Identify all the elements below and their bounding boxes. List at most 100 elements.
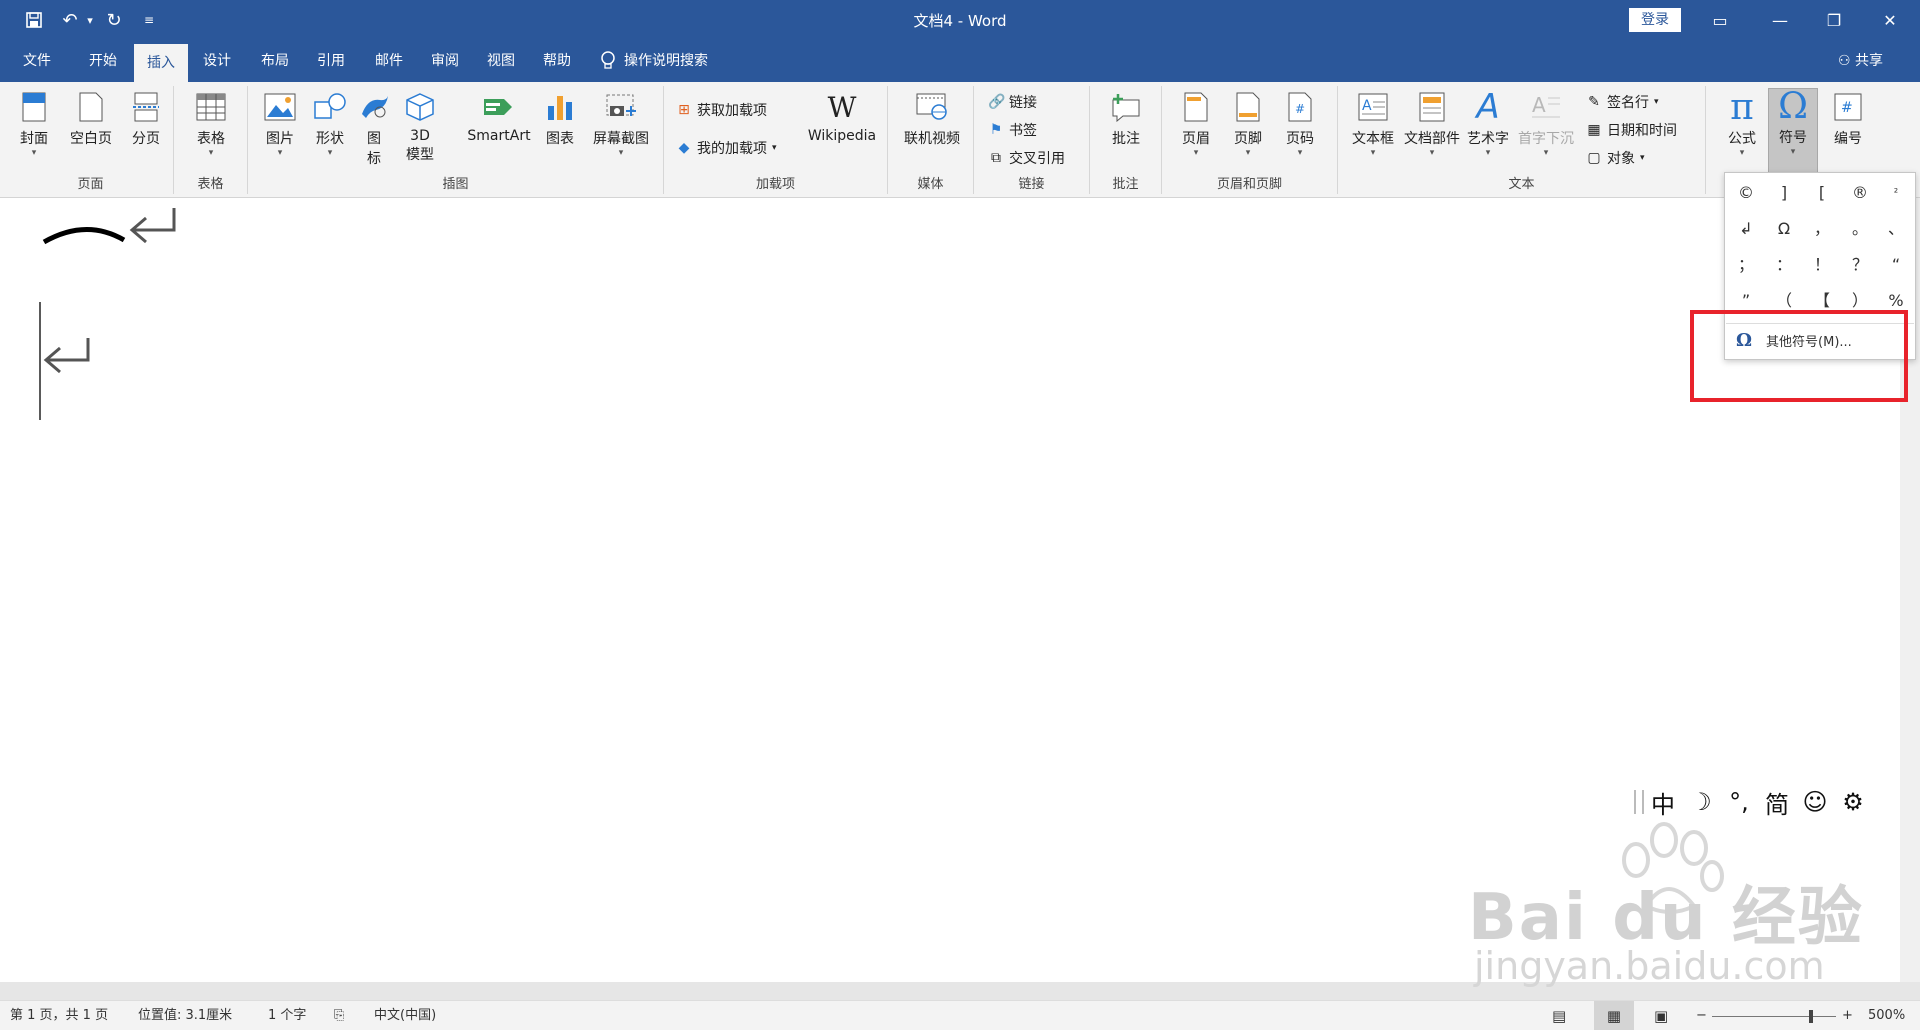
symbol-cell[interactable]: © — [1727, 175, 1765, 211]
symbol-cell[interactable]: ， — [1803, 211, 1841, 247]
symbol-cell[interactable]: 。 — [1841, 211, 1879, 247]
shapes-button[interactable]: 形状 ▾ — [310, 90, 350, 158]
symbol-cell[interactable]: ↲ — [1727, 211, 1765, 247]
symbol-cell[interactable]: ： — [1765, 247, 1803, 283]
table-button[interactable]: 表格 ▾ — [188, 90, 234, 158]
cover-page-button[interactable]: 封面 ▾ — [14, 90, 54, 158]
word-count[interactable]: 1 个字 — [268, 1001, 306, 1030]
close-icon[interactable]: ✕ — [1862, 0, 1918, 40]
zoom-slider-thumb[interactable] — [1809, 1010, 1813, 1023]
ime-chinese-mode-icon[interactable]: 中 — [1644, 785, 1682, 820]
screenshot-button[interactable]: 屏幕截图 ▾ — [586, 90, 656, 158]
date-time-button[interactable]: ▦ 日期和时间 — [1586, 120, 1677, 140]
blank-page-button[interactable]: 空白页 — [64, 90, 118, 148]
ime-punctuation-icon[interactable]: °, — [1720, 788, 1758, 816]
tab-help[interactable]: 帮助 — [532, 40, 582, 82]
ime-halfwidth-icon[interactable]: ☽ — [1682, 788, 1720, 816]
ribbon: 封面 ▾ 空白页 分页 页面 表格 ▾ 表格 图片 ▾ 形状 ▾ 图 标 3D … — [0, 82, 1920, 198]
zoom-level[interactable]: 500% — [1868, 1001, 1905, 1030]
bookmark-label: 书签 — [1009, 123, 1037, 139]
chevron-down-icon: ▾ — [208, 148, 214, 158]
group-links: 🔗 链接 ⚑ 书签 ⧉ 交叉引用 链接 — [974, 86, 1090, 194]
equation-button[interactable]: π 公式 ▾ — [1722, 86, 1762, 159]
group-text-label: 文本 — [1508, 177, 1535, 192]
tell-me-search[interactable]: 操作说明搜索 — [600, 40, 708, 82]
wordart-button[interactable]: A 艺术字 ▾ — [1462, 87, 1514, 158]
zoom-out-button[interactable]: − — [1696, 1001, 1707, 1030]
tab-file[interactable]: 文件 — [12, 40, 62, 82]
page-break-button[interactable]: 分页 — [124, 90, 168, 148]
share-button[interactable]: ⚇ 共享 — [1838, 40, 1883, 82]
signature-line-button[interactable]: ✎ 签名行 ▾ — [1586, 92, 1658, 112]
flag-icon: ⚑ — [989, 122, 1003, 138]
document-content — [39, 208, 176, 420]
header-icon — [1179, 90, 1213, 124]
ime-drag-handle[interactable] — [1634, 790, 1644, 814]
tab-mailings[interactable]: 邮件 — [364, 40, 414, 82]
page-number-button[interactable]: # 页码 ▾ — [1278, 90, 1322, 158]
symbol-cell[interactable]: 、 — [1877, 211, 1915, 247]
language[interactable]: 中文(中国) — [374, 1001, 436, 1030]
my-addins-label: 我的加载项 — [697, 141, 767, 157]
symbol-cell[interactable]: ？ — [1841, 247, 1879, 283]
paragraph-mark-icon — [43, 338, 90, 374]
my-addins-button[interactable]: ◆ 我的加载项 ▾ — [676, 138, 777, 158]
tab-design[interactable]: 设计 — [192, 40, 242, 82]
pictures-button[interactable]: 图片 ▾ — [260, 90, 300, 158]
chevron-down-icon: ▾ — [1245, 148, 1251, 158]
ime-emoji-icon[interactable]: ☺ — [1796, 788, 1834, 816]
icons-button[interactable]: 图 标 — [356, 90, 392, 168]
tab-insert[interactable]: 插入 — [134, 44, 188, 82]
symbol-cell[interactable]: ] — [1765, 175, 1803, 211]
symbol-cell[interactable]: ² — [1877, 175, 1915, 211]
ime-settings-icon[interactable]: ⚙ — [1834, 788, 1872, 816]
wikipedia-button[interactable]: W Wikipedia — [802, 90, 882, 145]
object-button[interactable]: ▢ 对象 ▾ — [1586, 148, 1644, 168]
symbol-cell[interactable]: ； — [1727, 247, 1765, 283]
print-layout-icon[interactable]: ▦ — [1594, 1001, 1634, 1030]
tab-layout[interactable]: 布局 — [250, 40, 300, 82]
number-button[interactable]: # 编号 — [1826, 90, 1870, 148]
cross-reference-button[interactable]: ⧉ 交叉引用 — [988, 148, 1065, 168]
smartart-icon — [482, 90, 516, 124]
3d-models-button[interactable]: 3D 模型 — [400, 90, 440, 164]
minimize-icon[interactable]: — — [1752, 0, 1808, 40]
proofing-icon[interactable]: ⎘ — [334, 1001, 344, 1030]
smartart-button[interactable]: SmartArt — [464, 90, 534, 144]
zoom-slider[interactable] — [1712, 1001, 1836, 1030]
symbol-cell[interactable]: “ — [1877, 247, 1915, 283]
vertical-position[interactable]: 位置值: 3.1厘米 — [138, 1001, 232, 1030]
pi-icon: π — [1730, 86, 1754, 128]
bookmark-button[interactable]: ⚑ 书签 — [988, 120, 1037, 140]
ribbon-display-icon[interactable]: ▭ — [1692, 0, 1748, 40]
header-button[interactable]: 页眉 ▾ — [1174, 90, 1218, 158]
tab-review[interactable]: 审阅 — [420, 40, 470, 82]
online-video-button[interactable]: 联机视频 — [896, 90, 968, 148]
restore-icon[interactable]: ❐ — [1806, 0, 1862, 40]
symbol-cell[interactable]: Ω — [1765, 211, 1803, 247]
symbol-cell[interactable]: [ — [1803, 175, 1841, 211]
page-count[interactable]: 第 1 页，共 1 页 — [10, 1001, 108, 1030]
symbol-cell[interactable]: ！ — [1803, 247, 1841, 283]
symbol-cell[interactable]: ® — [1841, 175, 1879, 211]
drop-cap-button[interactable]: A 首字下沉 ▾ — [1518, 90, 1574, 158]
chevron-down-icon: ▾ — [1543, 148, 1549, 158]
chart-button[interactable]: 图表 — [540, 90, 580, 148]
web-layout-icon[interactable]: ▣ — [1654, 1001, 1668, 1030]
group-header-footer-label: 页眉和页脚 — [1216, 177, 1282, 192]
new-comment-button[interactable]: 批注 — [1102, 90, 1150, 148]
get-addins-button[interactable]: ⊞ 获取加载项 — [676, 100, 767, 120]
tab-view[interactable]: 视图 — [476, 40, 526, 82]
tab-references[interactable]: 引用 — [306, 40, 356, 82]
read-mode-icon[interactable]: ▤ — [1552, 1001, 1566, 1030]
ime-simplified-icon[interactable]: 简 — [1758, 785, 1796, 820]
footer-button[interactable]: 页脚 ▾ — [1226, 90, 1270, 158]
lightbulb-icon — [601, 51, 615, 69]
link-button[interactable]: 🔗 链接 — [988, 92, 1037, 112]
zoom-in-button[interactable]: + — [1842, 1001, 1853, 1030]
login-button[interactable]: 登录 — [1629, 8, 1681, 32]
tab-home[interactable]: 开始 — [78, 40, 128, 82]
text-box-button[interactable]: A 文本框 ▾ — [1348, 90, 1398, 158]
quick-parts-button[interactable]: 文档部件 ▾ — [1402, 90, 1462, 158]
symbol-button[interactable]: Ω 符号 ▾ — [1768, 86, 1818, 174]
